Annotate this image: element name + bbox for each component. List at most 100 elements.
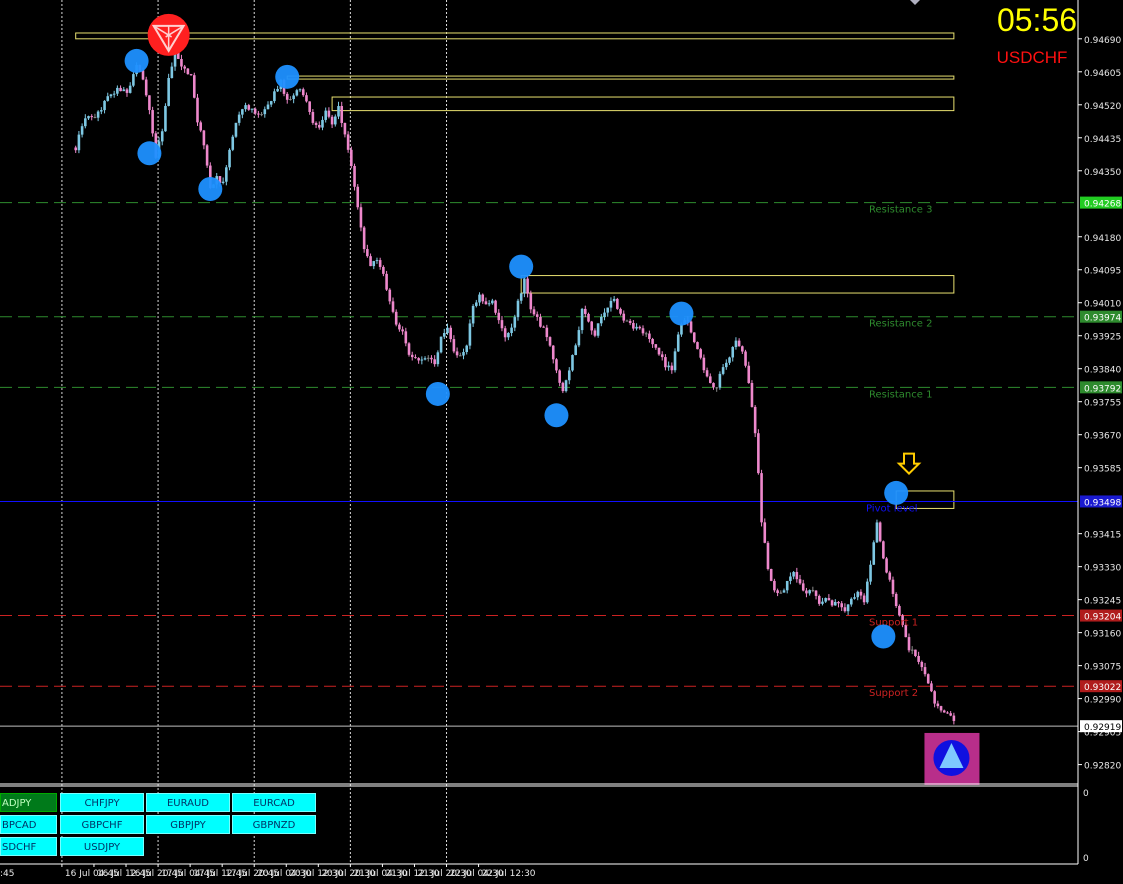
candle — [439, 336, 443, 353]
candle — [907, 637, 911, 651]
candle — [952, 715, 956, 721]
time-tick-label: 22 Jul 12:30 — [482, 869, 536, 879]
candle — [455, 351, 459, 356]
symbol-label: USDCHF — [996, 48, 1068, 67]
candle — [850, 598, 853, 605]
candle — [462, 352, 465, 356]
swing-marker — [198, 177, 223, 202]
candle — [846, 604, 850, 612]
candle — [247, 105, 251, 110]
candle — [410, 354, 414, 358]
candle — [891, 579, 895, 594]
pair-button-usdjpy[interactable]: USDJPY — [60, 837, 144, 856]
candle — [872, 542, 876, 565]
candle — [253, 108, 257, 114]
candle — [529, 293, 533, 310]
candle — [644, 333, 648, 335]
pair-button-euraud[interactable]: EURAUD — [146, 793, 230, 812]
candle — [414, 357, 417, 359]
candle — [609, 300, 613, 308]
clock: 05:56 — [996, 2, 1078, 38]
level-price-tag-label: 0.93792 — [1084, 384, 1121, 394]
pair-button-gbpnzd[interactable]: GBPNZD — [232, 815, 316, 834]
candle — [750, 382, 754, 407]
candle — [481, 294, 485, 302]
candle — [260, 114, 263, 116]
price-tick-label: 0.93670 — [1084, 432, 1121, 442]
candle — [289, 99, 292, 101]
price-tick-label: 0.94095 — [1084, 267, 1121, 277]
candle — [189, 74, 193, 76]
pair-button-sdchf[interactable]: SDCHF — [0, 837, 57, 856]
price-tick-label: 0.94180 — [1084, 234, 1121, 244]
candle — [205, 145, 209, 166]
candle — [692, 332, 696, 343]
candle — [917, 655, 920, 662]
pair-button-eurcad[interactable]: EURCAD — [232, 793, 316, 812]
candle — [327, 110, 331, 117]
candle — [334, 116, 337, 125]
candle — [933, 691, 936, 704]
price-tick-label: 0.93330 — [1084, 564, 1121, 574]
candle — [122, 89, 126, 92]
candle — [667, 365, 670, 368]
candle — [269, 101, 273, 105]
candle — [741, 346, 744, 352]
candle — [680, 324, 683, 335]
candle — [824, 598, 827, 602]
candle — [632, 323, 635, 329]
price-tick-label: 0.93755 — [1084, 399, 1121, 409]
candle — [112, 93, 116, 95]
candle — [330, 116, 334, 125]
price-tick-label: 0.93075 — [1084, 663, 1121, 673]
candle — [837, 601, 840, 604]
candle — [866, 581, 869, 603]
candle — [452, 339, 456, 352]
candle — [600, 316, 603, 324]
price-axis-bg — [1078, 0, 1123, 884]
candle — [539, 316, 542, 327]
candle — [164, 105, 167, 132]
candle — [664, 357, 667, 368]
candle — [401, 329, 404, 332]
candle — [526, 278, 529, 294]
candle — [292, 95, 295, 100]
candle — [234, 122, 238, 137]
price-tick-label: 0.93840 — [1084, 366, 1121, 376]
candle — [375, 260, 379, 262]
candle — [696, 342, 699, 350]
candle — [186, 68, 190, 75]
candle — [782, 590, 786, 593]
swing-marker — [275, 64, 300, 89]
candle — [285, 93, 289, 100]
pair-button-bpcad[interactable]: BPCAD — [0, 815, 57, 834]
candle — [817, 595, 821, 604]
candle — [814, 590, 818, 596]
candle — [616, 298, 619, 309]
price-tick-label: 0.92820 — [1084, 762, 1121, 772]
chevron-down-icon — [910, 0, 920, 5]
supply-zone — [286, 75, 955, 80]
candle — [875, 522, 879, 543]
price-chart[interactable]: Resistance 3 Resistance 2 Resistance 1 Pivo… — [0, 0, 1123, 884]
candle — [914, 649, 917, 656]
candle — [343, 122, 347, 135]
price-tick-label: 0.93415 — [1084, 531, 1121, 541]
candle — [939, 706, 943, 711]
candle — [949, 713, 952, 716]
price-tick-label: 0.94350 — [1084, 168, 1121, 178]
candle — [721, 367, 725, 374]
candle — [350, 149, 353, 166]
pair-button-adjpy[interactable]: ADJPY — [0, 793, 57, 812]
candle — [789, 576, 792, 581]
level-price-tag-label: 0.93204 — [1084, 613, 1121, 623]
pair-button-gbpjpy[interactable]: GBPJPY — [146, 815, 230, 834]
candle — [612, 298, 616, 301]
candle — [420, 359, 424, 361]
candle — [779, 592, 783, 594]
candle — [753, 406, 757, 434]
candle — [564, 380, 568, 392]
pair-button-chfjpy[interactable]: CHFJPY — [60, 793, 144, 812]
price-tick-label: 0.94690 — [1084, 36, 1121, 46]
pair-button-gbpchf[interactable]: GBPCHF — [60, 815, 144, 834]
